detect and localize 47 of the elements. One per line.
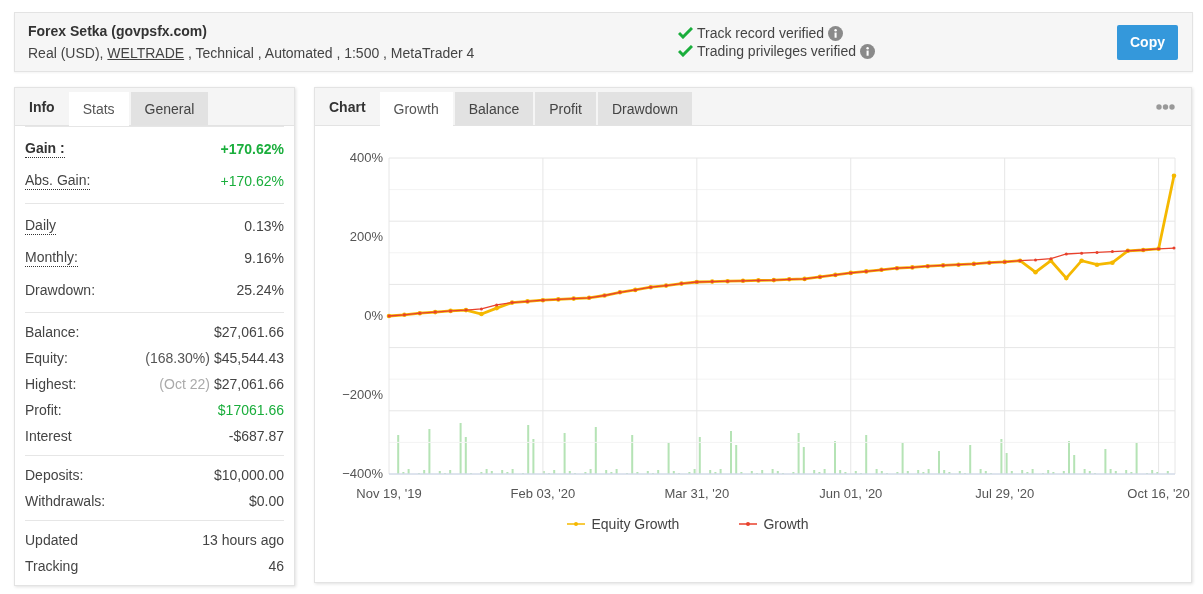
- stat-label: Monthly:: [25, 249, 78, 267]
- stat-note: (Oct 22): [159, 376, 210, 392]
- stat-label: Daily: [25, 217, 57, 235]
- axis-label: Feb 03, '20: [510, 486, 576, 501]
- account-title: Forex Setka (govpsfx.com): [28, 23, 208, 39]
- stat-value: 13 hours ago: [202, 532, 284, 548]
- stat-label: Abs. Gain:: [25, 172, 91, 190]
- stat-label: Balance:: [25, 324, 80, 340]
- axis-label: −400%: [342, 466, 383, 481]
- stat-value: $27,061.66: [213, 324, 284, 340]
- stat-value: $0.00: [248, 493, 284, 509]
- axis-label: Mar 31, '20: [664, 486, 730, 501]
- axis-label: −200%: [342, 387, 383, 402]
- stat-value: $10,000.00: [213, 467, 284, 483]
- axis-label: Nov 19, '19: [356, 486, 422, 501]
- stat-value: +170.62%: [220, 141, 284, 157]
- stat-label: Updated: [25, 532, 78, 548]
- verification-label: Trading privileges verified: [697, 43, 856, 59]
- stat-value: $45,544.43: [213, 350, 284, 366]
- axis-label: 0%: [364, 308, 383, 323]
- stat-label: Tracking: [25, 558, 79, 574]
- stat-label: Deposits:: [25, 467, 84, 483]
- stat-label: Interest: [25, 428, 72, 444]
- panel-title: Info: [28, 97, 56, 117]
- stat-label: Gain :: [25, 140, 65, 158]
- stat-label: Equity:: [25, 350, 68, 366]
- stat-label: Highest:: [25, 376, 77, 392]
- stat-value: 0.13%: [244, 218, 284, 234]
- stat-value: 9.16%: [244, 250, 284, 266]
- axis-label: 200%: [349, 229, 383, 244]
- axis-label: Jul 29, '20: [975, 486, 1035, 501]
- axis-label: 400%: [349, 150, 383, 165]
- panel-title: Chart: [328, 97, 367, 117]
- stat-label: Profit:: [25, 402, 62, 418]
- stat-value: $17061.66: [217, 402, 284, 418]
- stat-value: +170.62%: [220, 173, 284, 189]
- axis-label: Jun 01, '20: [819, 486, 883, 501]
- axis-label: Oct 16, '20: [1127, 486, 1190, 501]
- stat-value: $27,061.66: [213, 376, 284, 392]
- stat-value: -$687.87: [228, 428, 284, 444]
- account-details: Real (USD), WELTRADE , Technical , Automated , 1:500 , MetaTrader 4: [28, 45, 476, 61]
- verification-label: Track record verified: [697, 25, 825, 41]
- stat-value: 46: [268, 558, 284, 574]
- stat-value: 25.24%: [236, 282, 284, 298]
- stat-label: Drawdown:: [25, 282, 96, 298]
- stat-note: (168.30%): [145, 350, 210, 366]
- stat-label: Withdrawals:: [25, 493, 106, 509]
